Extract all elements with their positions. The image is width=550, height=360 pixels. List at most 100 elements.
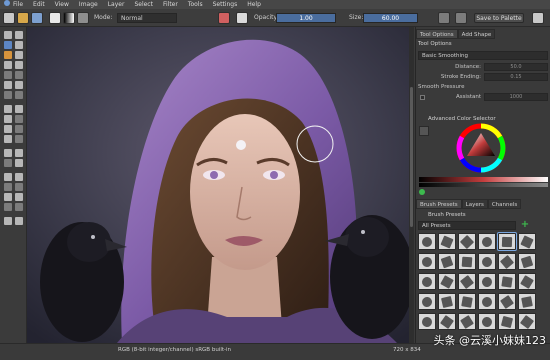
ellipse-tool-icon[interactable] [15, 61, 23, 69]
contiguous-select-icon[interactable] [4, 193, 12, 201]
select-shapes-icon[interactable] [4, 31, 12, 39]
brush-preset[interactable] [498, 253, 516, 270]
menu-filter[interactable]: Filter [158, 0, 183, 9]
menu-help[interactable]: Help [242, 0, 266, 9]
pan-tool-icon[interactable] [15, 217, 23, 225]
brush-preset[interactable] [418, 253, 436, 270]
line-tool-icon[interactable] [15, 51, 23, 59]
brush-preset[interactable] [438, 273, 456, 290]
brush-preset[interactable] [498, 313, 516, 330]
brush-preset[interactable] [498, 273, 516, 290]
smart-patch-icon[interactable] [15, 135, 23, 143]
color-selector-settings-icon[interactable] [419, 126, 429, 136]
blend-mode-select[interactable]: Normal [117, 13, 177, 23]
rectangle-tool-icon[interactable] [4, 61, 12, 69]
reference-tool-icon[interactable] [4, 159, 12, 167]
ellipse-select-icon[interactable] [15, 173, 23, 181]
painting-canvas[interactable] [27, 27, 414, 343]
measure-tool-icon[interactable] [15, 149, 23, 157]
size-slider[interactable]: 60.00 [363, 13, 418, 23]
smoothing-mode-select[interactable]: Basic Smoothing [418, 51, 548, 60]
eraser-icon[interactable] [236, 12, 248, 24]
menu-layer[interactable]: Layer [103, 0, 130, 9]
save-to-palette-button[interactable]: Save to Palette [474, 13, 524, 23]
rect-select-icon[interactable] [4, 173, 12, 181]
menu-file[interactable]: File [8, 0, 28, 9]
gradient-tool-icon[interactable] [15, 115, 23, 123]
stroke-ending-input[interactable]: 0.15 [484, 73, 548, 81]
freehand-path-icon[interactable] [15, 81, 23, 89]
menu-tools[interactable]: Tools [183, 0, 208, 9]
wrap-icon[interactable] [532, 12, 544, 24]
menu-view[interactable]: View [50, 0, 74, 9]
brush-preset[interactable] [418, 313, 436, 330]
brush-preset[interactable] [438, 313, 456, 330]
bezier-select-icon[interactable] [4, 203, 12, 211]
open-icon[interactable] [17, 12, 29, 24]
edit-shapes-icon[interactable] [4, 41, 12, 49]
grid-tool-icon[interactable] [15, 159, 23, 167]
menu-edit[interactable]: Edit [28, 0, 50, 9]
assistant-tool-icon[interactable] [4, 149, 12, 157]
scrollbar-thumb[interactable] [410, 87, 413, 227]
brush-preset[interactable] [458, 253, 476, 270]
similar-select-icon[interactable] [15, 193, 23, 201]
save-icon[interactable] [31, 12, 43, 24]
brush-preset[interactable] [438, 253, 456, 270]
dynamic-brush-icon[interactable] [4, 91, 12, 99]
zoom-tool-icon[interactable] [4, 217, 12, 225]
tab-add-shape[interactable]: Add Shape [457, 29, 496, 39]
crop-tool-icon[interactable] [4, 115, 12, 123]
brush-preset[interactable] [498, 293, 516, 310]
menu-select[interactable]: Select [129, 0, 158, 9]
brush-preset[interactable] [418, 273, 436, 290]
tab-brush-presets[interactable]: Brush Presets [416, 199, 462, 209]
tab-layers[interactable]: Layers [461, 199, 488, 209]
brush-preset[interactable] [478, 233, 496, 250]
polyline-tool-icon[interactable] [15, 71, 23, 79]
brush-preset[interactable] [518, 253, 536, 270]
bezier-tool-icon[interactable] [4, 81, 12, 89]
brush-preset[interactable] [458, 293, 476, 310]
brush-preset[interactable] [478, 313, 496, 330]
tab-channels[interactable]: Channels [487, 199, 522, 209]
reset-icon[interactable] [218, 12, 230, 24]
brush-preset[interactable] [497, 232, 517, 251]
color-shade-bar-2[interactable] [419, 183, 548, 187]
multibrush-icon[interactable] [15, 91, 23, 99]
brush-preset[interactable] [518, 313, 536, 330]
menu-image[interactable]: Image [74, 0, 103, 9]
distance-input[interactable]: 50.0 [484, 63, 548, 71]
brush-preset[interactable] [438, 293, 456, 310]
polygon-tool-icon[interactable] [4, 71, 12, 79]
move-tool-icon[interactable] [15, 105, 23, 113]
brush-preset[interactable] [418, 293, 436, 310]
menu-settings[interactable]: Settings [208, 0, 243, 9]
calligraphy-icon[interactable] [15, 41, 23, 49]
polygon-select-icon[interactable] [4, 183, 12, 191]
brush-preset[interactable] [458, 233, 476, 250]
colorize-mask-icon[interactable] [15, 125, 23, 133]
brush-preset[interactable] [518, 293, 536, 310]
freehand-select-icon[interactable] [15, 183, 23, 191]
brush-preset[interactable] [418, 233, 436, 250]
assistant-checkbox[interactable] [420, 95, 425, 100]
new-document-icon[interactable] [3, 12, 15, 24]
mirror-v-icon[interactable] [455, 12, 467, 24]
color-picker-icon[interactable] [4, 125, 12, 133]
color-wheel[interactable] [456, 123, 506, 173]
add-preset-icon[interactable]: + [520, 220, 530, 230]
foreground-color-swatch[interactable] [419, 189, 425, 195]
brush-preset[interactable] [478, 293, 496, 310]
magnetic-select-icon[interactable] [15, 203, 23, 211]
brush-preset[interactable] [458, 273, 476, 290]
gradient-icon[interactable] [63, 12, 75, 24]
pattern-icon[interactable] [77, 12, 89, 24]
brush-preset[interactable] [518, 233, 536, 250]
fill-tool-icon[interactable] [4, 135, 12, 143]
tab-tool-options[interactable]: Tool Options [416, 29, 458, 39]
brush-preset[interactable] [518, 273, 536, 290]
brush-preset[interactable] [438, 233, 456, 250]
brush-tool-icon[interactable] [4, 51, 12, 59]
brush-preset[interactable] [478, 273, 496, 290]
